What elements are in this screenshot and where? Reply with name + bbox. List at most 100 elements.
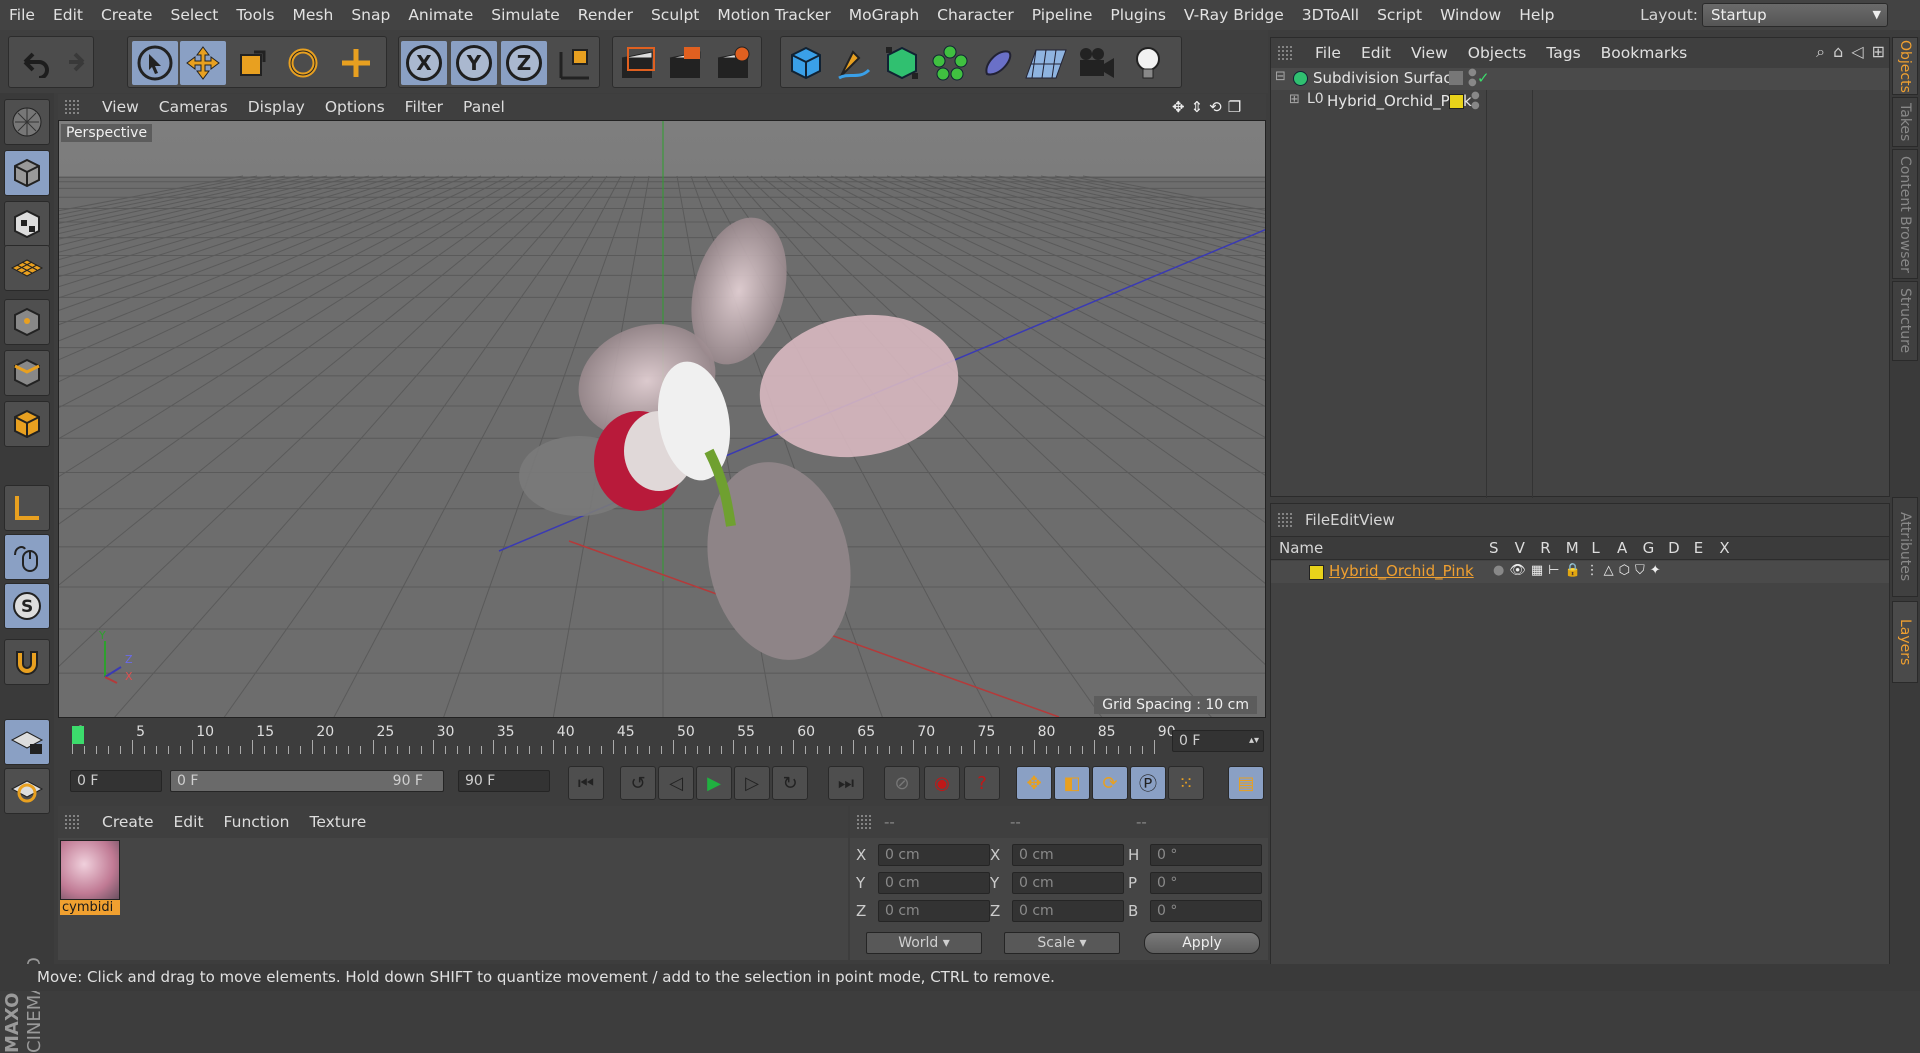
- zoom-view-icon[interactable]: ⇕: [1191, 98, 1204, 116]
- camera-icon[interactable]: [1073, 41, 1119, 85]
- tab-structure[interactable]: Structure: [1892, 281, 1918, 361]
- coord-value-field[interactable]: 0 °: [1150, 900, 1262, 922]
- coord-value-field[interactable]: 0 cm: [878, 900, 990, 922]
- redo-icon[interactable]: [51, 41, 97, 85]
- menu-select[interactable]: Select: [161, 0, 227, 30]
- coord-value-field[interactable]: 0 cm: [878, 844, 990, 866]
- viewport-menu-display[interactable]: Display: [238, 98, 315, 116]
- perspective-viewport[interactable]: Y Z X Perspective Grid Spacing : 10 cm: [58, 120, 1266, 718]
- manager-flag-icon[interactable]: ⊢: [1548, 563, 1559, 578]
- lock-flag-icon[interactable]: 🔒: [1564, 563, 1580, 578]
- tab-objects[interactable]: Objects: [1892, 37, 1918, 95]
- render-picture-viewer-icon[interactable]: [663, 41, 709, 85]
- end-frame-field[interactable]: 90 F: [458, 770, 550, 792]
- model-mode-icon[interactable]: [4, 150, 50, 196]
- object-name[interactable]: Subdivision Surface: [1313, 69, 1461, 87]
- play-button[interactable]: ▶: [696, 766, 732, 800]
- back-icon[interactable]: ◁: [1851, 42, 1863, 62]
- coord-value-field[interactable]: 0 cm: [1012, 872, 1124, 894]
- layer-color-swatch[interactable]: [1309, 565, 1324, 580]
- menu-motion-tracker[interactable]: Motion Tracker: [708, 0, 839, 30]
- layer-col-g[interactable]: G: [1643, 539, 1669, 557]
- planar-workplane-icon[interactable]: [4, 768, 50, 814]
- menu-mograph[interactable]: MoGraph: [840, 0, 928, 30]
- layer-col-d[interactable]: D: [1668, 539, 1694, 557]
- menu-pipeline[interactable]: Pipeline: [1023, 0, 1102, 30]
- toggle-view-icon[interactable]: ❐: [1228, 98, 1241, 116]
- timeline-ruler[interactable]: 051015202530354045505560657075808590: [70, 724, 1176, 758]
- light-icon[interactable]: [1125, 41, 1171, 85]
- move-icon[interactable]: [180, 41, 226, 85]
- menu-file[interactable]: File: [0, 0, 44, 30]
- key-scale-button[interactable]: ◧: [1054, 766, 1090, 800]
- prev-key-button[interactable]: ↺: [620, 766, 656, 800]
- prev-frame-button[interactable]: ◁: [658, 766, 694, 800]
- viewport-menu-view[interactable]: View: [92, 98, 149, 116]
- cube-icon[interactable]: [783, 41, 829, 85]
- coord-value-field[interactable]: 0 cm: [878, 872, 990, 894]
- deformer-flag-icon[interactable]: ⬡: [1619, 563, 1630, 578]
- rotate-view-icon[interactable]: ⟲: [1209, 98, 1222, 116]
- animation-flag-icon[interactable]: ⋮: [1586, 563, 1599, 578]
- menu-mesh[interactable]: Mesh: [284, 0, 343, 30]
- tab-content-browser[interactable]: Content Browser: [1892, 149, 1918, 279]
- layer-name[interactable]: Hybrid_Orchid_Pink: [1329, 562, 1474, 580]
- move-view-icon[interactable]: ✥: [1172, 98, 1185, 116]
- menu-snap[interactable]: Snap: [342, 0, 399, 30]
- tweak-mode-icon[interactable]: [4, 534, 50, 580]
- timeline[interactable]: 051015202530354045505560657075808590 0 F…: [58, 718, 1268, 762]
- layer-col-a[interactable]: A: [1617, 539, 1643, 557]
- object-menu-edit[interactable]: Edit: [1351, 44, 1401, 62]
- add-move-icon[interactable]: [333, 41, 379, 85]
- workplane-icon[interactable]: [4, 245, 50, 291]
- menu-tools[interactable]: Tools: [227, 0, 283, 30]
- make-editable-icon[interactable]: [4, 99, 50, 145]
- collapse-icon[interactable]: ⊟: [1275, 69, 1286, 84]
- scale-icon[interactable]: [230, 41, 276, 85]
- menu-edit[interactable]: Edit: [44, 0, 92, 30]
- layer-row[interactable]: Hybrid_Orchid_Pink ● 👁 ▦ ⊢ 🔒 ⋮ △ ⬡ ⛉ ✦: [1271, 561, 1889, 583]
- xref-flag-icon[interactable]: ✦: [1650, 563, 1661, 578]
- record-keys-button[interactable]: ⊘: [884, 766, 920, 800]
- autokey-button[interactable]: ◉: [924, 766, 960, 800]
- home-icon[interactable]: ⌂: [1833, 42, 1843, 62]
- coord-value-field[interactable]: 0 °: [1150, 844, 1262, 866]
- object-menu-view[interactable]: View: [1401, 44, 1458, 62]
- generator-flag-icon[interactable]: △: [1604, 563, 1614, 578]
- visibility-dots-icon[interactable]: ● ●: [1471, 91, 1480, 111]
- points-mode-icon[interactable]: [4, 299, 50, 345]
- menu-character[interactable]: Character: [928, 0, 1023, 30]
- next-frame-button[interactable]: ▷: [734, 766, 770, 800]
- polygons-mode-icon[interactable]: [4, 401, 50, 447]
- cloner-icon[interactable]: [927, 41, 973, 85]
- layer-col-l[interactable]: L: [1591, 539, 1617, 557]
- object-menu-bookmarks[interactable]: Bookmarks: [1591, 44, 1698, 62]
- solo-icon[interactable]: S: [4, 583, 50, 629]
- layer-col-m[interactable]: M: [1566, 539, 1592, 557]
- coordinate-mode-select[interactable]: World ▾: [866, 932, 982, 954]
- object-row-orchid[interactable]: ⊞ L0 Hybrid_Orchid_Pink ● ●: [1271, 91, 1889, 113]
- new-view-icon[interactable]: ⊞: [1872, 42, 1885, 62]
- material-swatch[interactable]: cymbidi: [60, 840, 120, 920]
- search-icon[interactable]: ⌕: [1816, 42, 1825, 62]
- locked-workplane-icon[interactable]: [4, 719, 50, 765]
- key-rotation-button[interactable]: ⟳: [1092, 766, 1128, 800]
- axis-mode-icon[interactable]: [4, 485, 50, 531]
- material-menu-create[interactable]: Create: [92, 813, 164, 831]
- go-to-end-button[interactable]: ⏭: [828, 766, 864, 800]
- subdivision-icon[interactable]: [879, 41, 925, 85]
- layer-color-icon[interactable]: [1449, 94, 1464, 109]
- menu-sculpt[interactable]: Sculpt: [642, 0, 708, 30]
- menu-simulate[interactable]: Simulate: [482, 0, 569, 30]
- layer-menu-edit[interactable]: Edit: [1330, 511, 1359, 529]
- deformer-icon[interactable]: [975, 41, 1021, 85]
- playhead[interactable]: [72, 726, 84, 744]
- key-parameter-button[interactable]: Ⓟ: [1130, 766, 1166, 800]
- solo-flag-icon[interactable]: ●: [1493, 563, 1504, 578]
- coord-value-field[interactable]: 0 cm: [1012, 900, 1124, 922]
- current-frame-field[interactable]: 0 F ▴▾: [1172, 730, 1264, 752]
- menu-script[interactable]: Script: [1368, 0, 1431, 30]
- size-mode-select[interactable]: Scale ▾: [1004, 932, 1120, 954]
- timeline-window-button[interactable]: ▤: [1228, 766, 1264, 800]
- material-name[interactable]: cymbidi: [60, 900, 120, 915]
